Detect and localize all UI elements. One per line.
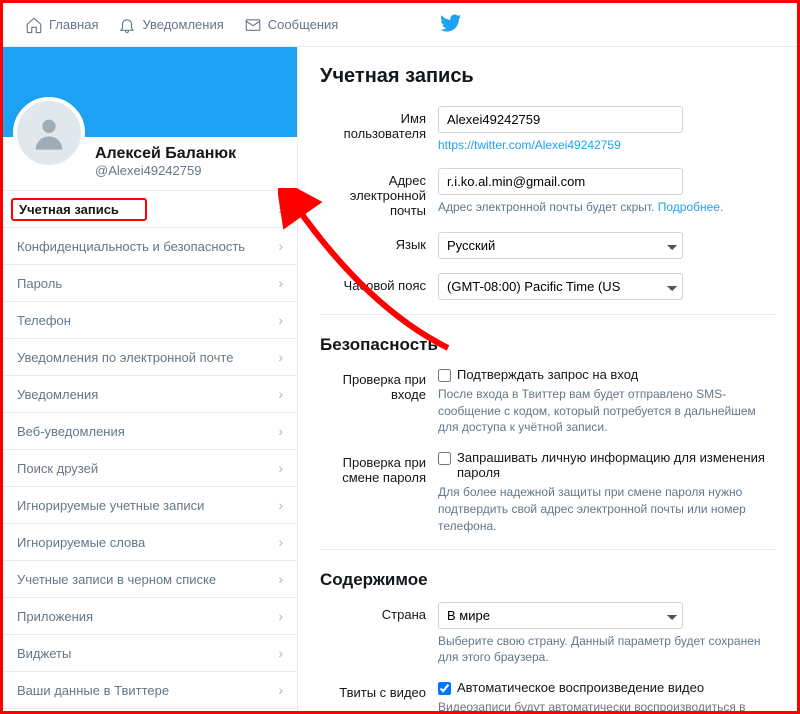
email-label: Адрес электронной почты xyxy=(320,168,438,218)
chevron-right-icon: › xyxy=(278,275,283,291)
menu-item-label: Веб-уведомления xyxy=(17,424,125,439)
country-label: Страна xyxy=(320,602,438,667)
username-input[interactable] xyxy=(438,106,683,133)
mail-icon xyxy=(244,16,262,34)
menu-item-label: Игнорируемые учетные записи xyxy=(17,498,204,513)
menu-item-label: Поиск друзей xyxy=(17,461,98,476)
menu-item-label: Учетная запись xyxy=(11,198,147,221)
menu-item-label: Уведомления по электронной почте xyxy=(17,350,233,365)
chevron-right-icon: › xyxy=(278,201,283,217)
menu-accessibility[interactable]: Специальные возможности› xyxy=(3,709,297,714)
country-select[interactable]: В мире xyxy=(438,602,683,629)
menu-item-label: Телефон xyxy=(17,313,71,328)
chevron-right-icon: › xyxy=(278,645,283,661)
menu-your-data[interactable]: Ваши данные в Твиттере › xyxy=(3,672,297,709)
email-more-link[interactable]: Подробнее xyxy=(658,200,720,214)
home-icon xyxy=(25,16,43,34)
content-panel: Учетная запись Имя пользователя https://… xyxy=(298,47,797,711)
menu-item-label: Игнорируемые слова xyxy=(17,535,145,550)
email-hint: Адрес электронной почты будет скрыт. xyxy=(438,200,654,214)
menu-item-label: Конфиденциальность и безопасность xyxy=(17,239,245,254)
pw-reset-checkbox[interactable] xyxy=(438,452,451,465)
bird-icon xyxy=(440,12,462,34)
bell-icon xyxy=(118,16,136,34)
timezone-label: Часовой пояс xyxy=(320,273,438,300)
language-label: Язык xyxy=(320,232,438,259)
page-title: Учетная запись xyxy=(320,65,775,88)
nav-home-label: Главная xyxy=(49,17,98,32)
video-autoplay-checkbox[interactable] xyxy=(438,682,451,695)
chevron-right-icon: › xyxy=(278,608,283,624)
menu-widgets[interactable]: Виджеты › xyxy=(3,635,297,672)
menu-item-label: Пароль xyxy=(17,276,62,291)
country-hint: Выберите свою страну. Данный параметр бу… xyxy=(438,633,775,667)
chevron-right-icon: › xyxy=(278,423,283,439)
chevron-right-icon: › xyxy=(278,238,283,254)
chevron-right-icon: › xyxy=(278,534,283,550)
chevron-right-icon: › xyxy=(278,460,283,476)
menu-muted-accounts[interactable]: Игнорируемые учетные записи › xyxy=(3,487,297,524)
nav-notifications[interactable]: Уведомления xyxy=(108,3,233,47)
pw-reset-hint: Для более надежной защиты при смене паро… xyxy=(438,484,775,534)
email-input[interactable] xyxy=(438,168,683,195)
pw-reset-label: Проверка при смене пароля xyxy=(320,450,438,534)
login-verify-cb-label: Подтверждать запрос на вход xyxy=(457,367,638,382)
menu-blocked-accounts[interactable]: Учетные записи в черном списке › xyxy=(3,561,297,598)
timezone-select[interactable]: (GMT-08:00) Pacific Time (US xyxy=(438,273,683,300)
profile-url-link[interactable]: https://twitter.com/Alexei49242759 xyxy=(438,138,621,152)
profile-name: Алексей Баланюк xyxy=(95,145,287,163)
content-heading: Содержимое xyxy=(320,570,775,590)
login-verify-hint: После входа в Твиттер вам будет отправле… xyxy=(438,386,775,436)
menu-phone[interactable]: Телефон › xyxy=(3,302,297,339)
menu-find-friends[interactable]: Поиск друзей › xyxy=(3,450,297,487)
menu-item-label: Ваши данные в Твиттере xyxy=(17,683,169,698)
security-heading: Безопасность xyxy=(320,335,775,355)
nav-home[interactable]: Главная xyxy=(15,3,108,47)
menu-item-label: Виджеты xyxy=(17,646,71,661)
twitter-logo xyxy=(440,12,462,37)
divider xyxy=(320,314,775,315)
menu-item-label: Приложения xyxy=(17,609,93,624)
video-label: Твиты с видео xyxy=(320,680,438,711)
menu-notifications[interactable]: Уведомления › xyxy=(3,376,297,413)
menu-account[interactable]: Учетная запись › xyxy=(3,191,297,228)
nav-messages-label: Сообщения xyxy=(268,17,339,32)
menu-privacy[interactable]: Конфиденциальность и безопасность › xyxy=(3,228,297,265)
chevron-right-icon: › xyxy=(278,349,283,365)
username-label: Имя пользователя xyxy=(320,106,438,154)
nav-notifications-label: Уведомления xyxy=(142,17,223,32)
video-hint: Видеозаписи будут автоматически воспроиз… xyxy=(438,699,775,711)
menu-apps[interactable]: Приложения › xyxy=(3,598,297,635)
login-verify-checkbox[interactable] xyxy=(438,369,451,382)
language-select[interactable]: Русский xyxy=(438,232,683,259)
profile-handle: @Alexei49242759 xyxy=(95,163,287,178)
menu-muted-words[interactable]: Игнорируемые слова › xyxy=(3,524,297,561)
divider xyxy=(320,549,775,550)
menu-email-notifications[interactable]: Уведомления по электронной почте › xyxy=(3,339,297,376)
nav-messages[interactable]: Сообщения xyxy=(234,3,349,47)
profile-banner xyxy=(3,47,297,137)
top-nav: Главная Уведомления Сообщения xyxy=(3,3,797,47)
chevron-right-icon: › xyxy=(278,682,283,698)
login-verify-label: Проверка при входе xyxy=(320,367,438,436)
chevron-right-icon: › xyxy=(278,571,283,587)
left-column: Алексей Баланюк @Alexei49242759 Учетная … xyxy=(3,47,298,711)
pw-reset-cb-label: Запрашивать личную информацию для измене… xyxy=(457,450,775,480)
video-cb-label: Автоматическое воспроизведение видео xyxy=(457,680,704,695)
chevron-right-icon: › xyxy=(278,312,283,328)
menu-password[interactable]: Пароль › xyxy=(3,265,297,302)
chevron-right-icon: › xyxy=(278,386,283,402)
menu-item-label: Учетные записи в черном списке xyxy=(17,572,216,587)
settings-menu: Учетная запись › Конфиденциальность и без… xyxy=(3,191,297,714)
menu-web-notifications[interactable]: Веб-уведомления › xyxy=(3,413,297,450)
avatar xyxy=(13,97,85,169)
person-icon xyxy=(29,113,69,153)
menu-item-label: Уведомления xyxy=(17,387,98,402)
chevron-right-icon: › xyxy=(278,497,283,513)
